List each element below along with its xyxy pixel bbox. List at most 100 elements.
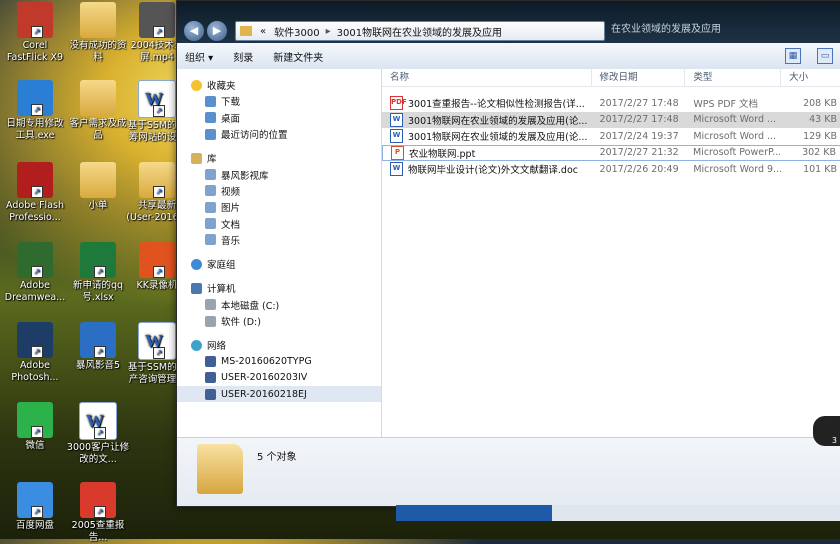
desktop-icon-label: Adobe Flash Professio... (6, 200, 64, 223)
shortcut-arrow-icon: ↗ (153, 266, 165, 278)
burn-button[interactable]: 刻录 (233, 49, 253, 64)
sort-ascending-icon: ^ (486, 69, 493, 74)
shortcut-arrow-icon: ↗ (31, 104, 43, 116)
folder-icon (205, 95, 216, 107)
file-name: 3001物联网在农业领域的发展及应用(论... (408, 132, 588, 144)
word-doc-icon: ↗ (138, 322, 176, 360)
app-icon: ↗ (17, 162, 53, 198)
word-icon: W (390, 129, 403, 144)
nav-item[interactable]: 图片 (177, 199, 381, 215)
desktop-icon[interactable]: ↗ Adobe Flash Professio... (2, 162, 68, 224)
network-icon (191, 339, 202, 351)
nav-computer[interactable]: 计算机 (177, 280, 381, 296)
pdf-icon: PDF (390, 96, 407, 111)
shortcut-arrow-icon: ↗ (31, 506, 43, 518)
forward-button[interactable]: ▶ (206, 20, 228, 42)
column-size[interactable]: 大小 (781, 69, 840, 86)
file-list-pane[interactable]: 名称 修改日期 类型 大小 ^ PDF 3001查重报告--论文相似性检测报告(详… (382, 69, 840, 437)
shortcut-arrow-icon: ↗ (153, 186, 165, 198)
search-input[interactable]: 在农业领域的发展及应用 (607, 21, 840, 39)
app-icon: ↗ (17, 2, 53, 38)
network-computer-icon (205, 356, 216, 368)
file-row[interactable]: P 农业物联网.ppt 2017/2/27 21:32 Microsoft Power… (382, 144, 840, 161)
command-bar: 组织 ▾ 刻录 新建文件夹 ▦ ▭ (177, 43, 840, 70)
app-icon: ↗ (17, 80, 53, 116)
app-icon: ↗ (139, 242, 175, 278)
file-row[interactable]: W 物联网毕业设计(论文)外文文献翻译.doc 2017/2/26 20:49 Mic… (382, 161, 840, 178)
shortcut-arrow-icon: ↗ (31, 426, 43, 438)
library-icon (191, 152, 202, 164)
desktop-icon[interactable]: ↗ 百度网盘 (2, 482, 68, 532)
nav-favorites[interactable]: 收藏夹 (177, 77, 381, 93)
file-date: 2017/2/27 21:32 (599, 147, 679, 159)
nav-homegroup[interactable]: 家庭组 (177, 256, 381, 272)
folder-icon (80, 162, 116, 198)
folder-icon (80, 80, 116, 116)
shortcut-arrow-icon: ↗ (153, 26, 165, 38)
nav-item[interactable]: 音乐 (177, 232, 381, 248)
desktop-icon-label: 2005查重报告... (71, 520, 125, 543)
shortcut-arrow-icon: ↗ (94, 346, 106, 358)
desktop-icon[interactable]: 客户需求及成品 (65, 80, 131, 142)
file-row[interactable]: W 3001物联网在农业领域的发展及应用(论... 2017/2/27 17:48 M… (382, 111, 840, 128)
nav-item[interactable]: 软件 (D:) (177, 313, 381, 329)
nav-item[interactable]: 桌面 (177, 110, 381, 126)
breadcrumb-item[interactable]: 3001物联网在农业领域的发展及应用 (333, 24, 506, 39)
homegroup-icon (191, 258, 202, 270)
back-button[interactable]: ◀ (183, 20, 205, 42)
nav-item[interactable]: USER-20160203IV (177, 370, 381, 386)
file-type: Microsoft PowerP... (693, 147, 781, 159)
desktop-icon[interactable]: ↗ 2005查重报告... (65, 482, 131, 544)
desktop-icon[interactable]: ↗ Adobe Dreamwea... (2, 242, 68, 304)
nav-item[interactable]: USER-20160218EJ (177, 386, 381, 403)
desktop-icon[interactable]: ↗ 暴风影音5 (65, 322, 131, 372)
nav-item[interactable]: 本地磁盘 (C:) (177, 297, 381, 313)
file-size: 101 KB (803, 163, 837, 175)
breadcrumb-item[interactable]: 软件3000 (270, 24, 323, 39)
view-options-icon[interactable]: ▦ (785, 48, 801, 64)
file-type: WPS PDF 文档 (693, 99, 759, 111)
folder-icon (205, 112, 216, 124)
network-computer-icon (205, 372, 216, 384)
column-date[interactable]: 修改日期 (592, 69, 686, 86)
desktop-icon[interactable]: 小单 (65, 162, 131, 212)
desktop-icon[interactable]: ↗ 日期专用修改工具.exe (2, 80, 68, 142)
shortcut-arrow-icon: ↗ (94, 506, 106, 518)
nav-item[interactable]: MS-20160620TYPG (177, 353, 381, 369)
drive-icon (205, 299, 216, 311)
floating-widget[interactable]: 3 (813, 416, 840, 446)
details-pane: 5 个对象 (177, 437, 840, 506)
preview-pane-icon[interactable]: ▭ (817, 48, 833, 64)
nav-item[interactable]: 下载 (177, 93, 381, 109)
desktop-icon[interactable]: 没有成功的资料 (65, 2, 131, 64)
desktop-icon-label: Adobe Dreamwea... (4, 280, 66, 303)
explorer-window: ◀ ▶ « 软件3000 ▸ 3001物联网在农业领域的发展及应用 在农业领域的… (176, 0, 840, 507)
desktop-icon[interactable]: ↗ Corel FastFlick X9 (2, 2, 68, 64)
desktop-icon-label: 新申请的qq号.xlsx (72, 280, 124, 303)
nav-network[interactable]: 网络 (177, 337, 381, 353)
nav-item[interactable]: 文档 (177, 215, 381, 231)
nav-item[interactable]: 视频 (177, 183, 381, 199)
desktop-icon[interactable]: ↗ 微信 (2, 402, 68, 452)
column-type[interactable]: 类型 (685, 69, 782, 86)
file-date: 2017/2/26 20:49 (599, 163, 679, 175)
navigation-pane[interactable]: 收藏夹 下载 桌面 最近访问的位置 库 暴风影视库 视频 图片 文档 音乐 家庭组 计算机 … (177, 69, 382, 437)
new-folder-button[interactable]: 新建文件夹 (273, 49, 323, 64)
nav-libraries[interactable]: 库 (177, 150, 381, 166)
desktop-icon[interactable]: ↗ Adobe Photosh... (2, 322, 68, 384)
address-bar[interactable]: « 软件3000 ▸ 3001物联网在农业领域的发展及应用 (235, 21, 605, 41)
file-row[interactable]: PDF 3001查重报告--论文相似性检测报告(详... 2017/2/27 17:… (382, 95, 840, 112)
word-doc-icon: ↗ (79, 402, 117, 440)
desktop-icon[interactable]: ↗ 3000客户让修改的文... (65, 402, 131, 466)
nav-item[interactable]: 最近访问的位置 (177, 126, 381, 142)
breadcrumb-overflow[interactable]: « (256, 26, 270, 37)
desktop-icon[interactable]: ↗ 新申请的qq号.xlsx (65, 242, 131, 304)
shortcut-arrow-icon: ↗ (31, 26, 43, 38)
nav-item[interactable]: 暴风影视库 (177, 166, 381, 182)
app-icon: ↗ (80, 482, 116, 518)
background-window-strip (552, 505, 840, 521)
organize-button[interactable]: 组织 ▾ (185, 49, 213, 64)
file-row[interactable]: W 3001物联网在农业领域的发展及应用(论... 2017/2/24 19:37 M… (382, 128, 840, 145)
word-icon: W (390, 112, 403, 127)
file-name: 物联网毕业设计(论文)外文文献翻译.doc (408, 165, 578, 177)
